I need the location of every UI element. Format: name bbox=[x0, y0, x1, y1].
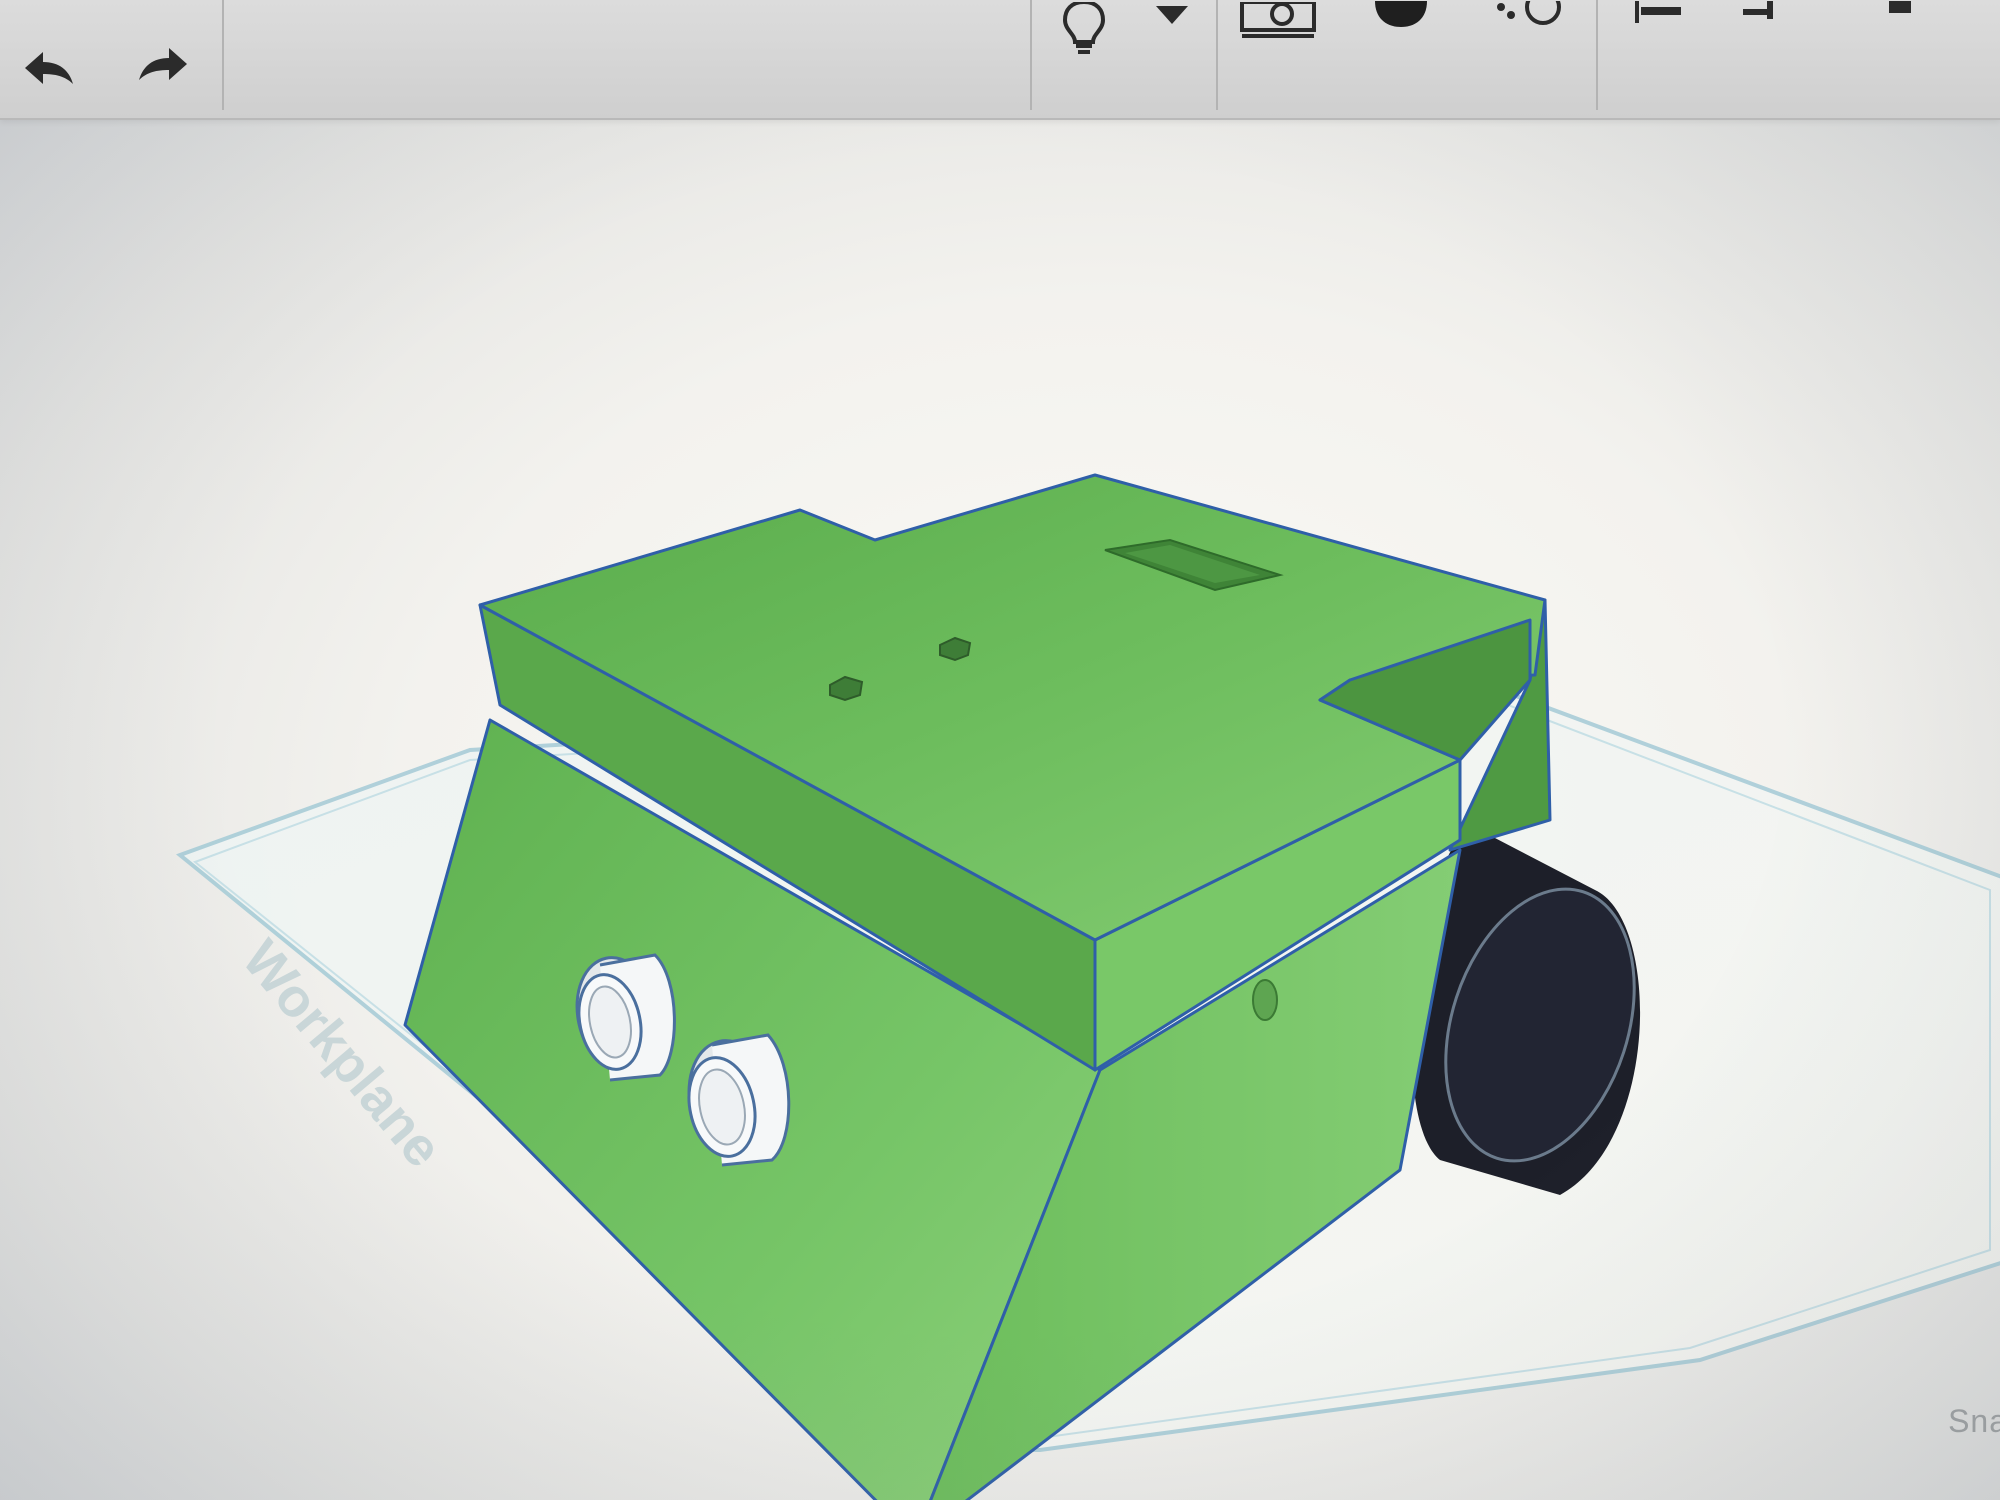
redo-button[interactable] bbox=[128, 34, 198, 94]
group-button[interactable] bbox=[1880, 0, 1920, 22]
align-icon bbox=[1631, 1, 1685, 25]
lightbulb-icon bbox=[1059, 2, 1109, 54]
view-button[interactable] bbox=[1238, 0, 1318, 44]
toolbar-separator bbox=[222, 0, 224, 110]
top-toolbar bbox=[0, 0, 2000, 120]
mirror-icon bbox=[1743, 1, 1797, 23]
camera-view-icon bbox=[1240, 2, 1316, 42]
mirror-button[interactable] bbox=[1742, 0, 1798, 24]
lights-button[interactable] bbox=[1054, 0, 1114, 56]
shape-solid-icon bbox=[1371, 1, 1431, 29]
solid-shape-button[interactable] bbox=[1370, 0, 1432, 30]
scene-canvas[interactable]: Workplane bbox=[0, 120, 2000, 1500]
toolbar-separator bbox=[1216, 0, 1218, 110]
3d-viewport[interactable]: Workplane Sna bbox=[0, 120, 2000, 1500]
lights-dropdown-button[interactable] bbox=[1152, 0, 1192, 30]
hole-icon bbox=[1495, 1, 1563, 29]
tinkercad-editor: Workplane Sna bbox=[0, 0, 2000, 1500]
toolbar-separator bbox=[1030, 0, 1032, 110]
redo-arrow-icon bbox=[135, 44, 191, 84]
toolbar-separator bbox=[1596, 0, 1598, 110]
group-icon bbox=[1881, 1, 1919, 21]
dropdown-caret-icon bbox=[1154, 4, 1190, 26]
undo-arrow-icon bbox=[21, 48, 77, 88]
align-button[interactable] bbox=[1630, 0, 1686, 26]
snap-grid-label[interactable]: Sna bbox=[1948, 1403, 2000, 1440]
hole-button[interactable] bbox=[1494, 0, 1564, 30]
undo-button[interactable] bbox=[14, 38, 84, 98]
